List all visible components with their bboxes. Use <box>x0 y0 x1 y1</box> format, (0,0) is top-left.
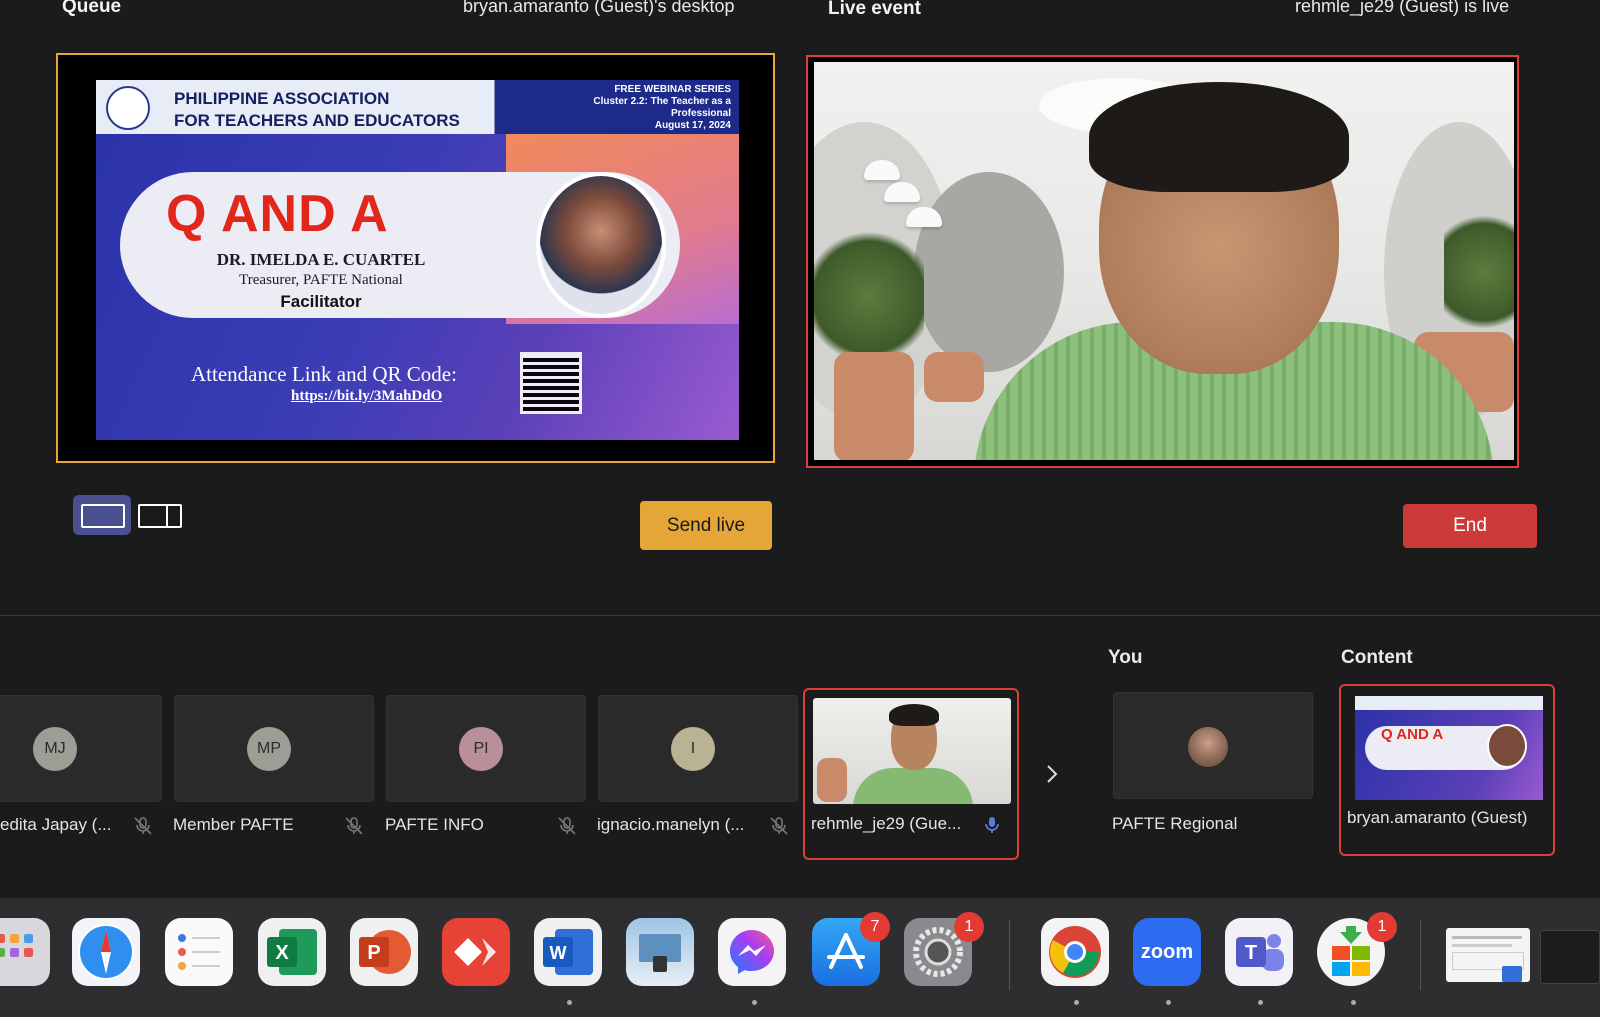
self-tile[interactable] <box>1113 692 1313 799</box>
self-name: PAFTE Regional <box>1112 814 1238 833</box>
live-video-feed <box>814 62 1514 460</box>
participant-name: PAFTE INFO <box>385 815 484 834</box>
preview-icon[interactable] <box>626 918 694 986</box>
participant-name: ignacio.manelyn (... <box>597 815 745 834</box>
dock-separator <box>1420 920 1421 990</box>
live-title: Live event <box>828 0 921 19</box>
participant-name: rehmle_je29 (Gue... <box>811 814 962 833</box>
installer-badge: 1 <box>1367 912 1397 942</box>
launchpad-icon[interactable] <box>0 918 50 986</box>
live-source-label: rehmle_je29 (Guest) is live <box>1295 0 1510 16</box>
live-participant-thumbnail <box>813 698 1011 804</box>
slide-speaker-title: Facilitator <box>280 292 362 311</box>
split-layout-icon <box>138 504 182 528</box>
app-store-badge: 7 <box>860 912 890 942</box>
teams-icon[interactable]: T <box>1225 918 1293 986</box>
participant-avatar: MP <box>247 727 291 771</box>
participant-tile[interactable]: MP <box>174 695 374 802</box>
word-badge-icon <box>1502 966 1522 982</box>
participant-avatar: MJ <box>33 727 77 771</box>
slide-attendance-link: https://bit.ly/3MahDdO <box>291 388 443 404</box>
presenter-hair <box>1089 82 1349 192</box>
mic-muted-icon <box>770 817 788 835</box>
participant-tile[interactable]: MJ <box>0 695 162 802</box>
zoom-icon[interactable]: zoom <box>1133 918 1201 986</box>
single-layout-icon <box>81 504 125 528</box>
dock-separator <box>1009 920 1010 990</box>
slide-attendance-label: Attendance Link and QR Code: <box>191 362 457 386</box>
running-indicator <box>752 1000 757 1005</box>
participant-name: edita Japay (... <box>0 815 112 834</box>
mic-muted-icon <box>558 817 576 835</box>
self-avatar <box>1188 727 1228 767</box>
send-live-button[interactable]: Send live <box>640 501 772 550</box>
speaker-photo <box>536 172 666 318</box>
participant-name: Member PAFTE <box>173 815 294 834</box>
chevron-right-icon[interactable] <box>1043 762 1061 786</box>
live-participant-tile[interactable]: rehmle_je29 (Gue... <box>803 688 1019 860</box>
qr-code-icon <box>520 352 582 414</box>
content-source-name: bryan.amaranto (Guest) <box>1347 808 1528 827</box>
slide-speaker-name: DR. IMELDA E. CUARTEL <box>216 250 426 269</box>
settings-badge: 1 <box>954 912 984 942</box>
svg-text:T: T <box>1245 942 1257 964</box>
svg-text:W: W <box>550 943 567 963</box>
association-logo-icon <box>106 86 150 130</box>
participant-avatar: I <box>671 727 715 771</box>
content-thumbnail-heading: Q AND A <box>1381 726 1444 743</box>
safari-icon[interactable] <box>72 918 140 986</box>
mic-muted-icon <box>345 817 363 835</box>
minimized-window-thumbnail[interactable] <box>1540 930 1600 984</box>
you-label: You <box>1108 647 1143 668</box>
slide-heading: Q AND A <box>166 185 389 243</box>
excel-icon[interactable]: X <box>258 918 326 986</box>
messenger-icon[interactable] <box>718 918 786 986</box>
running-indicator <box>1351 1000 1356 1005</box>
armchair <box>834 352 914 460</box>
slide-org-line1: PHILIPPINE ASSOCIATION <box>174 89 390 108</box>
mic-active-icon <box>985 817 999 833</box>
powerpoint-icon[interactable]: P <box>350 918 418 986</box>
content-label: Content <box>1341 647 1413 668</box>
running-indicator <box>1074 1000 1079 1005</box>
section-divider <box>0 615 1600 616</box>
minimized-window-thumbnail[interactable] <box>1446 928 1530 982</box>
chrome-icon[interactable] <box>1041 918 1109 986</box>
svg-text:X: X <box>275 942 289 964</box>
end-button[interactable]: End <box>1403 504 1537 548</box>
wall-mirror <box>914 172 1064 372</box>
armchair <box>924 352 984 402</box>
reminders-icon[interactable] <box>165 918 233 986</box>
running-indicator <box>1258 1000 1263 1005</box>
plant <box>814 222 924 372</box>
queue-source-label: bryan.amaranto (Guest)'s desktop <box>463 0 735 16</box>
slide-org-name: PHILIPPINE ASSOCIATION FOR TEACHERS AND … <box>174 88 504 132</box>
participant-avatar: PI <box>459 727 503 771</box>
slide-org-line2: FOR TEACHERS AND EDUCATORS <box>174 111 460 130</box>
word-icon[interactable]: W <box>534 918 602 986</box>
single-layout-button[interactable] <box>73 495 131 535</box>
split-layout-button[interactable] <box>138 500 182 530</box>
slide-speaker-role: Treasurer, PAFTE National <box>239 272 403 288</box>
plant <box>1444 202 1514 342</box>
content-thumbnail: Q AND A <box>1355 696 1543 800</box>
queue-title: Queue <box>62 0 122 17</box>
running-indicator <box>567 1000 572 1005</box>
running-indicator <box>1166 1000 1171 1005</box>
participant-tile[interactable]: PI <box>386 695 586 802</box>
content-tile[interactable]: Q AND A bryan.amaranto (Guest) <box>1339 684 1555 856</box>
queue-slide: PHILIPPINE ASSOCIATION FOR TEACHERS AND … <box>96 80 739 440</box>
mic-muted-icon <box>134 817 152 835</box>
svg-text:P: P <box>367 942 380 964</box>
participant-tile[interactable]: I <box>598 695 798 802</box>
anydesk-icon[interactable] <box>442 918 510 986</box>
slide-series-info: FREE WEBINAR SERIES Cluster 2.2: The Tea… <box>593 84 731 131</box>
